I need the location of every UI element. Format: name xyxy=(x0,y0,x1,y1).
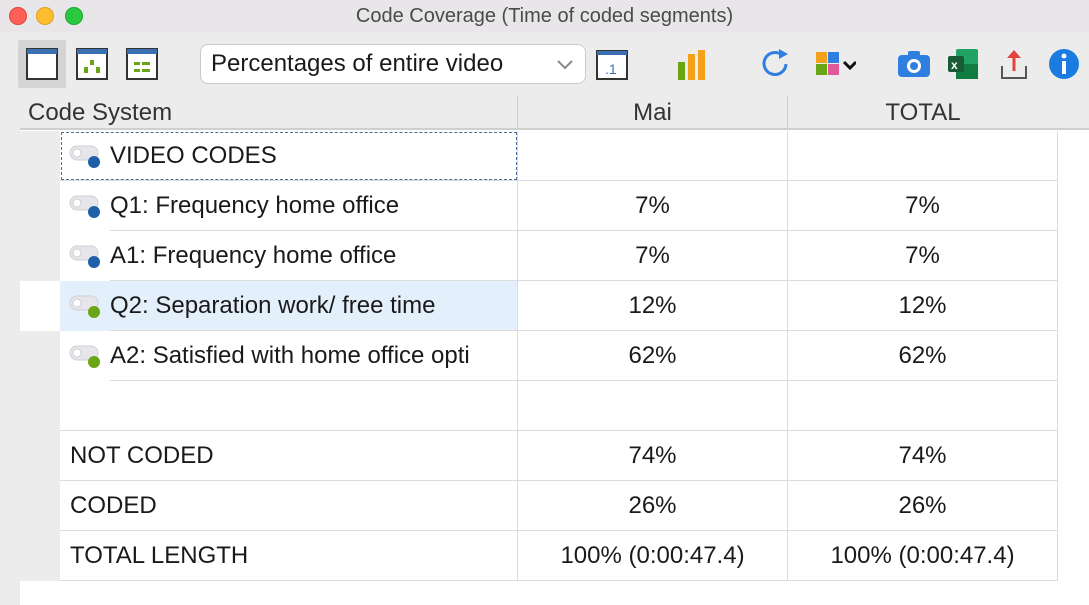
code-options-button[interactable] xyxy=(808,40,856,88)
cell-total: 26% xyxy=(788,481,1058,531)
single-pane-icon xyxy=(26,48,58,80)
code-icon xyxy=(60,281,110,331)
svg-text:x: x xyxy=(951,58,958,72)
export-button[interactable] xyxy=(990,40,1038,88)
cell-total xyxy=(788,131,1058,181)
row-gutter xyxy=(20,381,60,431)
code-row[interactable]: Q1: Frequency home office 7% 7% xyxy=(20,181,1089,231)
excel-export-icon: x xyxy=(948,49,978,79)
summary-label: CODED xyxy=(60,481,518,531)
chevron-down-icon xyxy=(557,60,573,70)
header-filler xyxy=(1058,96,1089,130)
refresh-button[interactable] xyxy=(752,40,800,88)
column-header-mai[interactable]: Mai xyxy=(518,96,788,130)
svg-text:.1: .1 xyxy=(605,61,617,77)
row-gutter xyxy=(20,481,60,531)
bar-layout-view-button[interactable] xyxy=(68,40,116,88)
code-label[interactable]: Q1: Frequency home office xyxy=(110,181,518,231)
summary-label: TOTAL LENGTH xyxy=(60,531,518,581)
code-row[interactable]: A1: Frequency home office 7% 7% xyxy=(20,231,1089,281)
row-gutter xyxy=(20,181,60,231)
cell-total: 62% xyxy=(788,331,1058,381)
info-button[interactable] xyxy=(1040,40,1088,88)
segment-layout-icon xyxy=(126,48,158,80)
code-row[interactable]: Q2: Separation work/ free time 12% 12% xyxy=(20,281,1089,331)
code-label[interactable]: A1: Frequency home office xyxy=(110,231,518,281)
summary-row: NOT CODED 74% 74% xyxy=(20,431,1089,481)
export-icon xyxy=(1001,50,1027,79)
decimal-places-button[interactable]: .1 xyxy=(588,40,636,88)
code-icon xyxy=(60,181,110,231)
row-gutter xyxy=(20,281,60,331)
refresh-icon xyxy=(762,49,788,76)
row-gutter xyxy=(20,131,60,181)
cell-total: 100% (0:00:47.4) xyxy=(788,531,1058,581)
code-label[interactable]: VIDEO CODES xyxy=(60,131,518,181)
coverage-table: Code System Mai TOTAL VIDEO CODES Q1: Fre… xyxy=(20,96,1089,605)
empty-cell xyxy=(518,381,788,431)
toolbar: Percentages of entire video .1 x xyxy=(0,32,1089,96)
cell-mai xyxy=(518,131,788,181)
camera-icon xyxy=(898,51,930,77)
row-gutter xyxy=(20,531,60,581)
cell-mai: 7% xyxy=(518,231,788,281)
code-icon xyxy=(60,331,110,381)
title-bar: Code Coverage (Time of coded segments) xyxy=(0,0,1089,32)
decimal-places-icon: .1 xyxy=(596,50,628,80)
summary-row: TOTAL LENGTH 100% (0:00:47.4) 100% (0:00:4… xyxy=(20,531,1089,581)
cell-total: 7% xyxy=(788,231,1058,281)
screenshot-button[interactable] xyxy=(890,40,938,88)
column-header-code-system[interactable]: Code System xyxy=(20,96,518,130)
puzzle-icon xyxy=(816,52,856,75)
bar-chart-icon xyxy=(678,50,705,80)
chart-button[interactable] xyxy=(670,40,718,88)
single-pane-view-button[interactable] xyxy=(18,40,66,88)
display-mode-select[interactable]: Percentages of entire video xyxy=(200,44,586,84)
cell-mai: 7% xyxy=(518,181,788,231)
spacer-row xyxy=(20,381,1089,431)
cell-total: 12% xyxy=(788,281,1058,331)
cell-mai: 12% xyxy=(518,281,788,331)
summary-row: CODED 26% 26% xyxy=(20,481,1089,531)
segment-layout-view-button[interactable] xyxy=(118,40,166,88)
code-label[interactable]: Q2: Separation work/ free time xyxy=(110,281,518,331)
code-icon xyxy=(60,231,110,281)
cell-total: 7% xyxy=(788,181,1058,231)
cell-mai: 74% xyxy=(518,431,788,481)
row-gutter xyxy=(20,431,60,481)
row-gutter xyxy=(20,331,60,381)
code-label[interactable]: A2: Satisfied with home office opti xyxy=(110,331,518,381)
bar-layout-icon xyxy=(76,48,108,80)
cell-mai: 26% xyxy=(518,481,788,531)
cell-mai: 100% (0:00:47.4) xyxy=(518,531,788,581)
info-icon xyxy=(1049,49,1079,79)
empty-cell xyxy=(60,381,518,431)
code-row-parent[interactable]: VIDEO CODES xyxy=(20,131,1089,181)
excel-export-button[interactable]: x xyxy=(940,40,988,88)
code-row[interactable]: A2: Satisfied with home office opti 62% 62… xyxy=(20,331,1089,381)
row-gutter xyxy=(20,231,60,281)
summary-label: NOT CODED xyxy=(60,431,518,481)
window-title: Code Coverage (Time of coded segments) xyxy=(355,5,734,27)
cell-total: 74% xyxy=(788,431,1058,481)
display-mode-value: Percentages of entire video xyxy=(211,50,504,77)
cell-mai: 62% xyxy=(518,331,788,381)
column-header-total[interactable]: TOTAL xyxy=(788,96,1058,130)
empty-cell xyxy=(788,381,1058,431)
